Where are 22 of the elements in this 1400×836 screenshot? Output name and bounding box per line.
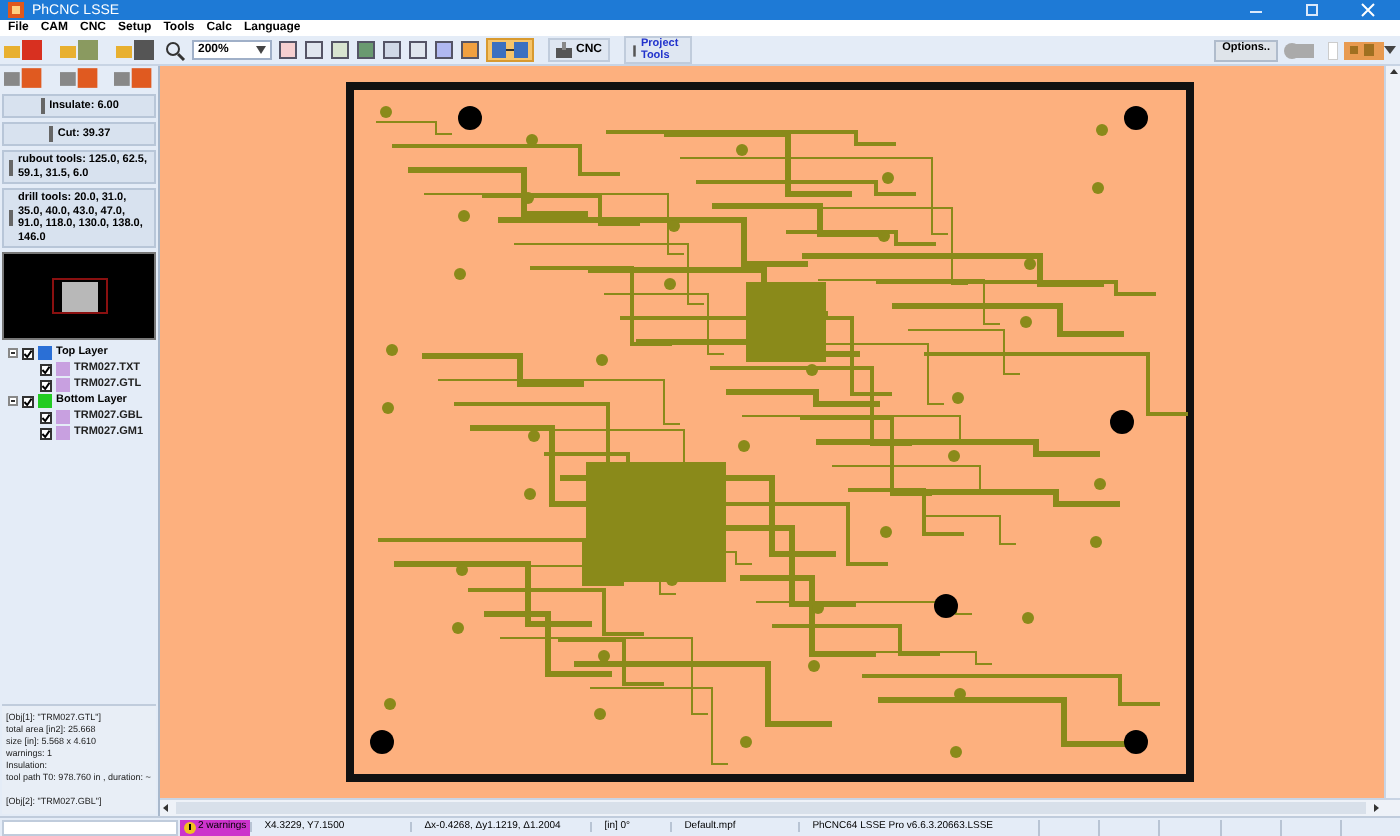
warning-icon xyxy=(184,821,196,833)
open-file-icon xyxy=(4,38,44,62)
horizontal-scrollbar[interactable] xyxy=(160,798,1400,816)
machine-icon xyxy=(556,42,572,58)
export-icon xyxy=(4,68,44,90)
vertical-scrollbar[interactable] xyxy=(1384,66,1400,798)
close-icon xyxy=(1360,2,1376,18)
drill-bit-icon xyxy=(8,159,14,175)
drill-bit-icon xyxy=(8,210,14,226)
layer-toggle-button[interactable] xyxy=(486,38,534,62)
scroll-arrow-icon xyxy=(1328,41,1338,59)
caret-icon xyxy=(256,46,266,54)
zoom-icon xyxy=(164,39,186,61)
board-thumbnail xyxy=(61,281,97,311)
export-icon xyxy=(114,68,155,90)
app-icon xyxy=(8,2,24,18)
export-icon xyxy=(59,68,99,90)
texture-icon xyxy=(1344,41,1384,59)
maximize-icon xyxy=(1304,2,1320,18)
open-file-icon xyxy=(60,38,100,62)
open-file-icon xyxy=(116,38,156,62)
layers-icon xyxy=(492,42,528,58)
